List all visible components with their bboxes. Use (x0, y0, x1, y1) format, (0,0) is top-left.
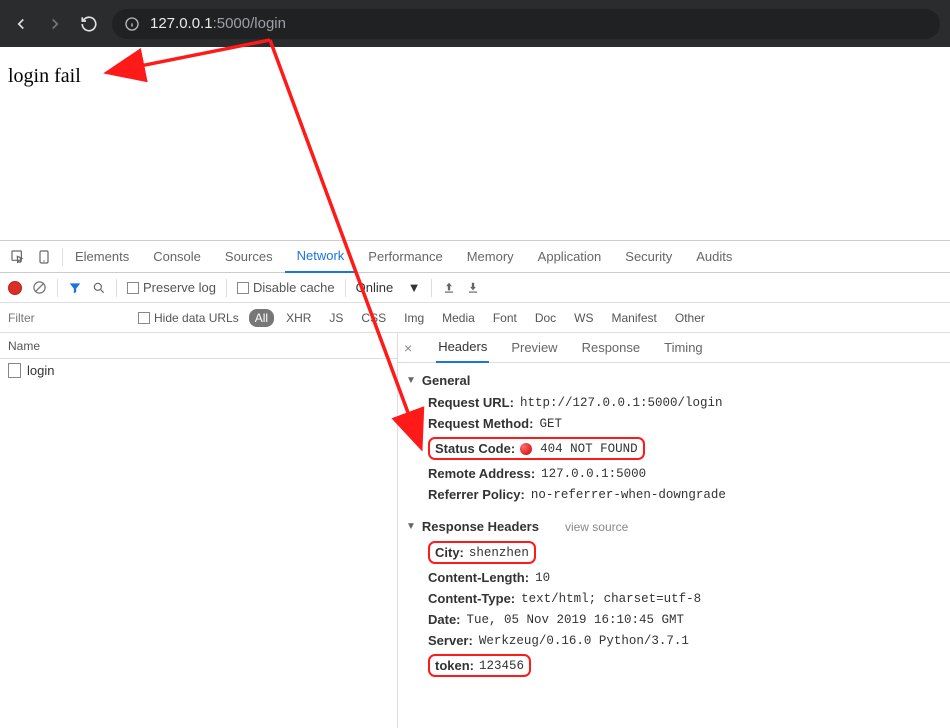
info-icon (124, 16, 140, 32)
headers-panel: ▼ General Request URL: http://127.0.0.1:… (398, 363, 950, 686)
download-icon[interactable] (466, 281, 480, 295)
type-xhr[interactable]: XHR (280, 309, 317, 327)
type-font[interactable]: Font (487, 309, 523, 327)
request-name: login (27, 363, 54, 378)
triangle-down-icon: ▼ (406, 375, 416, 386)
type-manifest[interactable]: Manifest (606, 309, 663, 327)
hide-data-urls-checkbox[interactable]: Hide data URLs (138, 311, 239, 325)
request-list: Name login (0, 333, 398, 728)
section-general[interactable]: ▼ General (398, 369, 950, 392)
preserve-log-checkbox[interactable]: Preserve log (127, 280, 216, 295)
column-header-name[interactable]: Name (0, 333, 397, 359)
clear-button[interactable] (32, 280, 47, 295)
type-img[interactable]: Img (398, 309, 430, 327)
type-other[interactable]: Other (669, 309, 711, 327)
header-city-row: City: shenzhen (398, 538, 950, 567)
filter-input[interactable] (8, 311, 128, 325)
type-js[interactable]: JS (323, 309, 349, 327)
request-method-row: Request Method: GET (398, 413, 950, 434)
type-filter-list: All XHR JS CSS Img Media Font Doc WS Man… (249, 309, 711, 327)
back-button[interactable] (10, 13, 32, 35)
view-source-link[interactable]: view source (565, 520, 628, 534)
browser-toolbar: 127.0.0.1:5000/login (0, 0, 950, 47)
section-response-headers[interactable]: ▼ Response Headers view source (398, 515, 950, 538)
tab-network[interactable]: Network (285, 241, 357, 273)
header-content-type-row: Content-Type: text/html; charset=utf-8 (398, 588, 950, 609)
tab-elements[interactable]: Elements (63, 241, 141, 273)
type-media[interactable]: Media (436, 309, 481, 327)
record-button[interactable] (8, 281, 22, 295)
referrer-policy-row: Referrer Policy: no-referrer-when-downgr… (398, 484, 950, 505)
network-main: Name login × Headers Preview Response Ti… (0, 333, 950, 728)
network-filter-bar: Hide data URLs All XHR JS CSS Img Media … (0, 303, 950, 333)
request-details: × Headers Preview Response Timing ▼ Gene… (398, 333, 950, 728)
detail-tabs: × Headers Preview Response Timing (398, 333, 950, 363)
reload-button[interactable] (78, 13, 100, 35)
type-css[interactable]: CSS (355, 309, 392, 327)
detail-tab-preview[interactable]: Preview (509, 333, 559, 363)
checkbox-icon (237, 282, 249, 294)
close-icon[interactable]: × (404, 340, 416, 356)
header-token-row: token: 123456 (398, 651, 950, 680)
network-toolbar: Preserve log Disable cache Online ▼ (0, 273, 950, 303)
disable-cache-checkbox[interactable]: Disable cache (237, 280, 335, 295)
remote-address-row: Remote Address: 127.0.0.1:5000 (398, 463, 950, 484)
inspect-icon[interactable] (10, 249, 28, 265)
type-doc[interactable]: Doc (529, 309, 562, 327)
request-url-row: Request URL: http://127.0.0.1:5000/login (398, 392, 950, 413)
detail-tab-headers[interactable]: Headers (436, 333, 489, 363)
throttling-select[interactable]: Online ▼ (356, 280, 421, 295)
url-text: 127.0.0.1:5000/login (150, 15, 286, 32)
tab-sources[interactable]: Sources (213, 241, 285, 273)
device-icon[interactable] (36, 249, 54, 265)
type-ws[interactable]: WS (568, 309, 599, 327)
status-dot-icon (520, 443, 532, 455)
checkbox-icon (138, 312, 150, 324)
tab-application[interactable]: Application (526, 241, 614, 273)
detail-tab-response[interactable]: Response (580, 333, 643, 363)
checkbox-icon (127, 282, 139, 294)
devtools-tabs: Elements Console Sources Network Perform… (0, 241, 950, 273)
page-text: login fail (8, 65, 81, 87)
header-server-row: Server: Werkzeug/0.16.0 Python/3.7.1 (398, 630, 950, 651)
header-date-row: Date: Tue, 05 Nov 2019 16:10:45 GMT (398, 609, 950, 630)
tab-console[interactable]: Console (141, 241, 213, 273)
search-icon[interactable] (92, 281, 106, 295)
filter-icon[interactable] (68, 281, 82, 295)
document-icon (8, 363, 21, 378)
detail-tab-timing[interactable]: Timing (662, 333, 705, 363)
request-row[interactable]: login (0, 359, 397, 382)
tab-performance[interactable]: Performance (356, 241, 454, 273)
header-content-length-row: Content-Length: 10 (398, 567, 950, 588)
devtools-panel: Elements Console Sources Network Perform… (0, 240, 950, 728)
status-code-row: Status Code: 404 NOT FOUND (398, 434, 950, 463)
type-all[interactable]: All (249, 309, 274, 327)
forward-button[interactable] (44, 13, 66, 35)
tab-memory[interactable]: Memory (455, 241, 526, 273)
triangle-down-icon: ▼ (406, 521, 416, 532)
address-bar[interactable]: 127.0.0.1:5000/login (112, 9, 940, 39)
upload-icon[interactable] (442, 281, 456, 295)
page-body: login fail (0, 47, 950, 240)
tab-audits[interactable]: Audits (684, 241, 744, 273)
tab-security[interactable]: Security (613, 241, 684, 273)
